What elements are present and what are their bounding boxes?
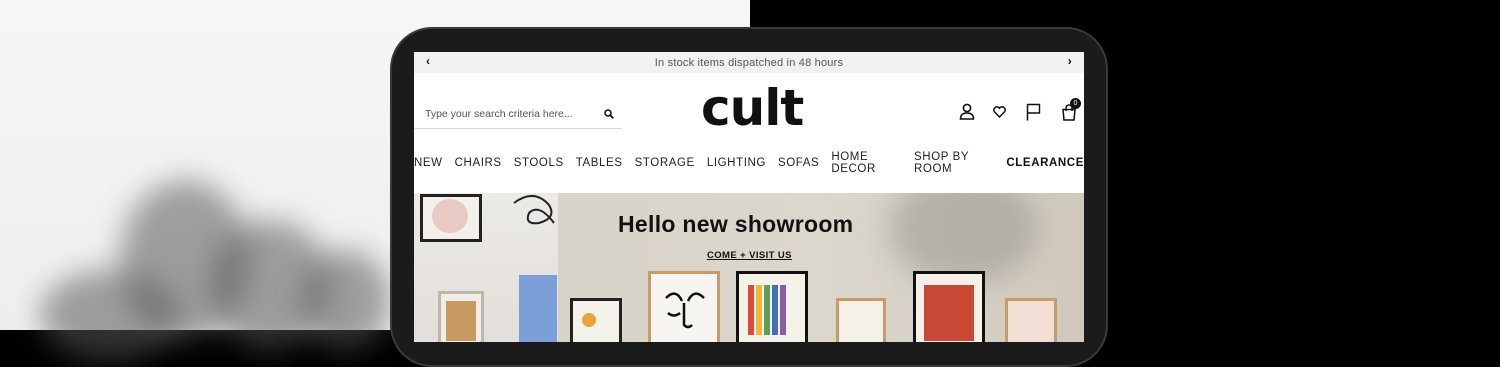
main-nav: NEW CHAIRS STOOLS TABLES STORAGE LIGHTIN… xyxy=(414,145,1084,181)
stripe xyxy=(756,285,762,335)
nav-item-chairs[interactable]: CHAIRS xyxy=(455,157,502,169)
red-block xyxy=(924,285,974,341)
stripe xyxy=(764,285,770,335)
nav-item-lighting[interactable]: LIGHTING xyxy=(707,157,766,169)
nav-item-clearance[interactable]: CLEARANCE xyxy=(1006,157,1084,169)
announcement-text: In stock items dispatched in 48 hours xyxy=(654,56,844,69)
stripe xyxy=(780,285,786,335)
art-frame xyxy=(570,298,622,342)
plant-shadow xyxy=(40,270,180,360)
heart-icon[interactable] xyxy=(993,106,1006,118)
site-logo[interactable]: cult xyxy=(701,83,804,133)
search-box[interactable] xyxy=(414,100,622,129)
wall-shadow xyxy=(888,193,1038,283)
nav-item-home-decor[interactable]: HOME DECOR xyxy=(831,151,902,175)
hero-visit-link[interactable]: COME + VISIT US xyxy=(707,250,792,261)
art-frame-tan xyxy=(446,301,476,341)
nav-item-tables[interactable]: TABLES xyxy=(576,157,623,169)
art-frame-pink-art xyxy=(432,199,468,233)
site-header: cult 0 xyxy=(414,73,1084,145)
announcement-bar: ‹ In stock items dispatched in 48 hours … xyxy=(414,52,1084,73)
search-input[interactable] xyxy=(423,107,602,121)
chevron-left-icon[interactable]: ‹ xyxy=(426,54,430,68)
nav-item-shop-by-room[interactable]: SHOP BY ROOM xyxy=(914,151,994,175)
nav-item-storage[interactable]: STORAGE xyxy=(635,157,695,169)
cart-button[interactable]: 0 xyxy=(1061,98,1081,124)
nav-item-new[interactable]: NEW xyxy=(414,157,443,169)
search-icon[interactable] xyxy=(604,109,614,119)
nav-item-sofas[interactable]: SOFAS xyxy=(778,157,819,169)
cart-count-badge: 0 xyxy=(1070,98,1081,109)
plant-shadow xyxy=(300,250,390,350)
face-line-art xyxy=(665,292,705,329)
user-icon[interactable] xyxy=(959,103,975,120)
hero-banner[interactable]: Hello new showroom COME + VISIT US xyxy=(414,193,1084,342)
chevron-right-icon[interactable]: › xyxy=(1068,54,1072,68)
nav-item-stools[interactable]: STOOLS xyxy=(514,157,564,169)
art-frame-blue xyxy=(519,275,557,342)
flag-icon[interactable] xyxy=(1026,103,1041,121)
line-art xyxy=(513,195,555,225)
stripe xyxy=(772,285,778,335)
hero-side-image xyxy=(414,193,558,342)
hero-title: Hello new showroom xyxy=(618,211,854,237)
art-frame xyxy=(1005,298,1057,342)
art-frame-orange xyxy=(582,313,596,327)
website-screen: ‹ In stock items dispatched in 48 hours … xyxy=(414,52,1084,342)
stripe xyxy=(748,285,754,335)
art-frame xyxy=(836,298,886,342)
